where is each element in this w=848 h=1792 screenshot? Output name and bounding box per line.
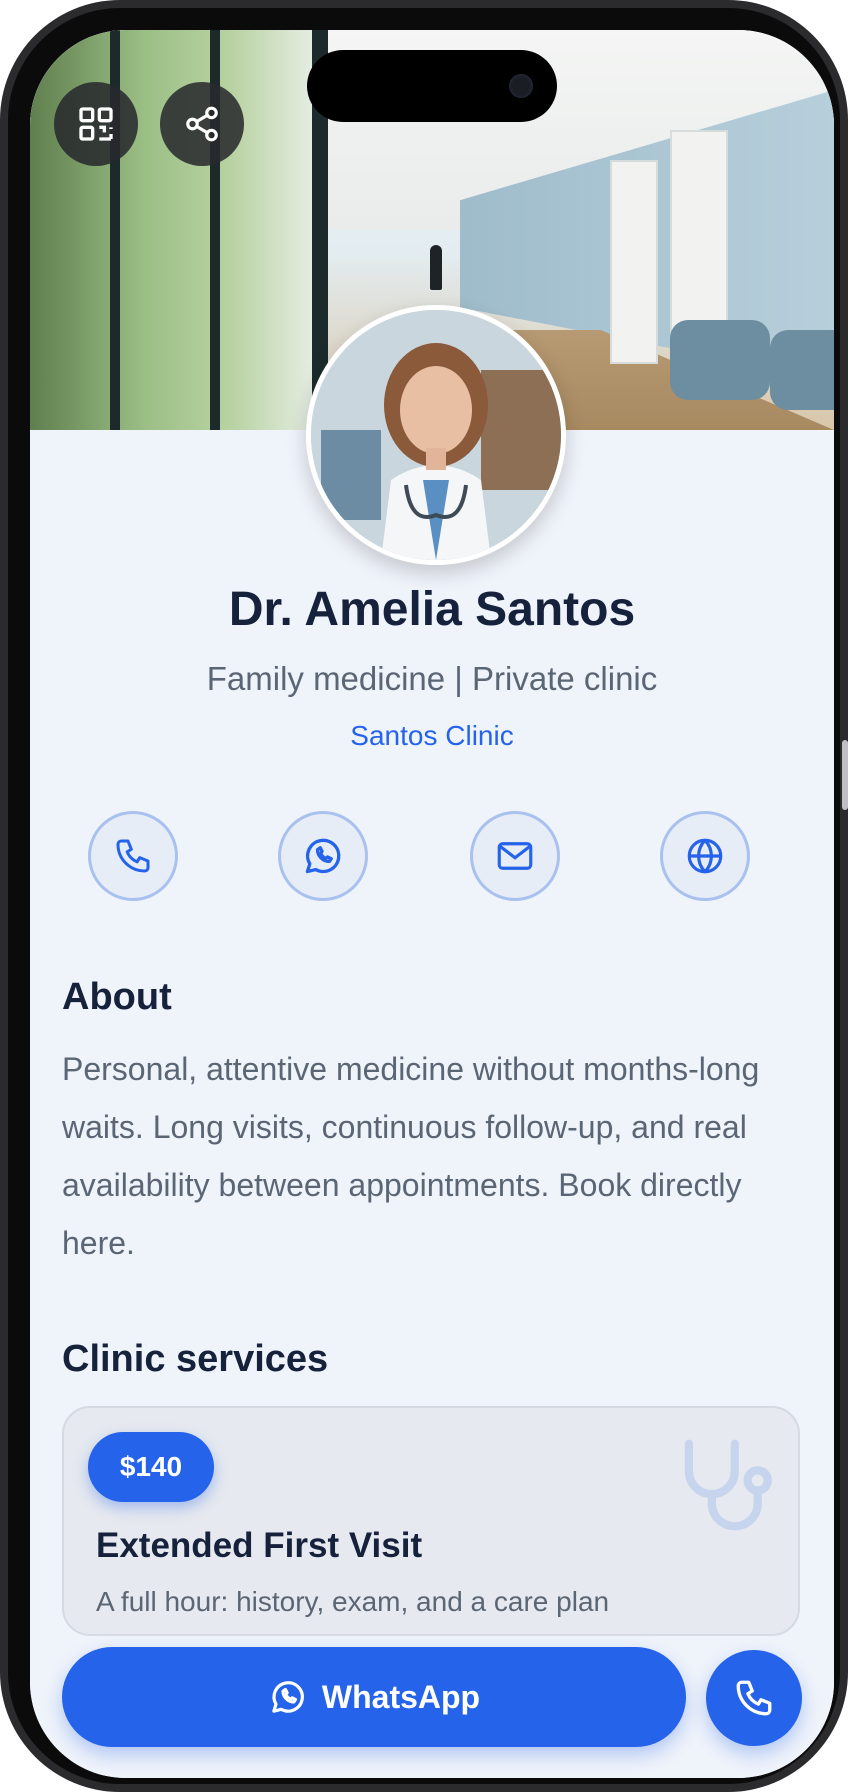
whatsapp-icon (272, 1681, 304, 1713)
mail-icon (497, 842, 533, 870)
camera-lens (509, 74, 533, 98)
about-text: Personal, attentive medicine without mon… (62, 1051, 760, 1261)
phone-frame: Dr. Amelia Santos Family medicine | Priv… (0, 0, 848, 1792)
phone-icon (116, 839, 150, 873)
whatsapp-button-label: WhatsApp (321, 1678, 481, 1715)
clinic-link[interactable]: Santos Clinic (30, 720, 834, 752)
dynamic-island (307, 50, 557, 122)
email-button[interactable] (470, 811, 560, 901)
qr-code-icon (79, 107, 113, 141)
whatsapp-contact-button[interactable] (278, 811, 368, 901)
screen: Dr. Amelia Santos Family medicine | Priv… (30, 30, 834, 1778)
share-icon (186, 106, 218, 142)
service-card[interactable]: $140 Extended First Visit A full hour: h… (62, 1406, 800, 1636)
whatsapp-button[interactable]: WhatsApp (62, 1647, 686, 1747)
phone-bezel: Dr. Amelia Santos Family medicine | Priv… (8, 8, 840, 1784)
service-description: A full hour: history, exam, and a care p… (96, 1586, 610, 1617)
profile-name: Dr. Amelia Santos (228, 583, 636, 636)
services-heading: Clinic services (62, 1338, 329, 1380)
service-price-badge: $140 (88, 1432, 214, 1502)
service-title: Extended First Visit (96, 1526, 423, 1565)
call-button[interactable] (88, 811, 178, 901)
share-button[interactable] (160, 82, 244, 166)
qr-code-button[interactable] (54, 82, 138, 166)
stethoscope-icon (684, 1439, 772, 1531)
doctor-portrait (311, 310, 561, 560)
globe-icon (687, 838, 723, 874)
phone-icon (736, 1680, 772, 1716)
side-button (842, 740, 848, 810)
profile-subtitle: Family medicine | Private clinic (206, 660, 658, 697)
avatar (306, 305, 566, 565)
website-button[interactable] (660, 811, 750, 901)
about-heading: About (62, 976, 172, 1018)
whatsapp-icon (305, 838, 341, 874)
bottom-call-button[interactable] (706, 1650, 802, 1746)
